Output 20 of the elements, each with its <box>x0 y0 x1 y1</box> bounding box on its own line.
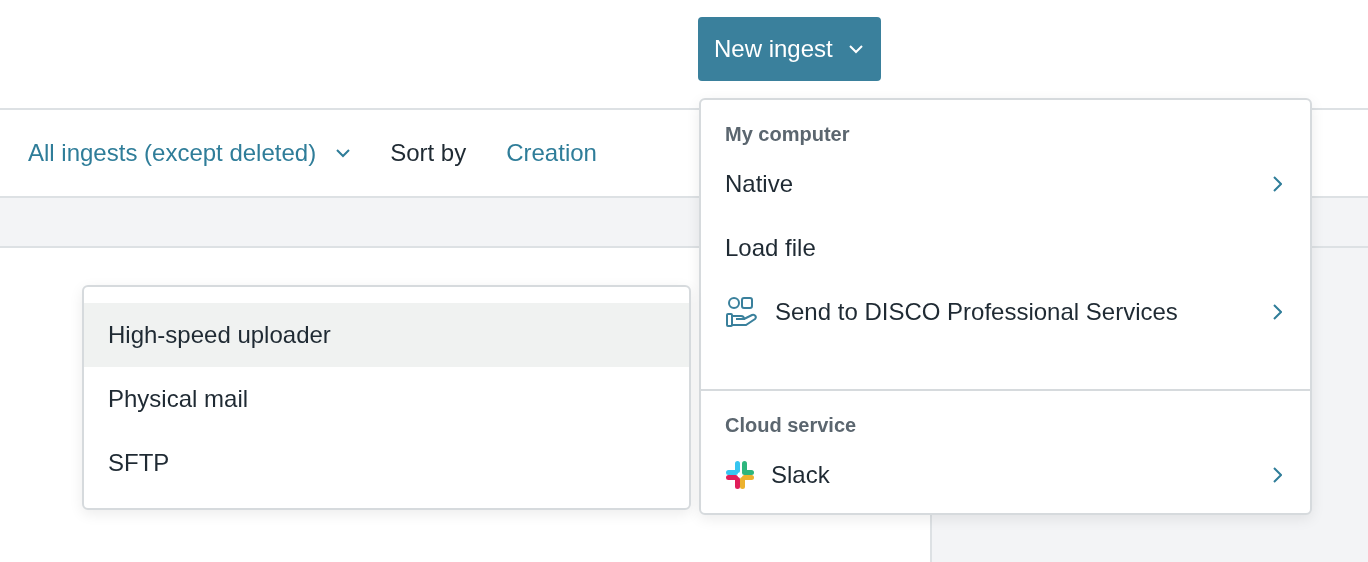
ingest-filter-dropdown[interactable]: All ingests (except deleted) <box>28 139 351 167</box>
menu-item[interactable]: Slack <box>701 443 1310 507</box>
menu-item[interactable]: Send to DISCO Professional Services <box>701 280 1310 344</box>
submenu-item[interactable]: SFTP <box>84 431 689 495</box>
menu-item[interactable]: Load file <box>701 216 1310 280</box>
menu-section-title: My computer <box>724 121 851 147</box>
submenu-item[interactable]: High-speed uploader <box>84 303 689 367</box>
sort-field-link[interactable]: Creation <box>506 139 597 167</box>
slack-icon <box>725 460 755 490</box>
submenu-item[interactable]: Physical mail <box>84 367 689 431</box>
menu-section-title: Cloud service <box>724 412 858 438</box>
chevron-right-icon <box>1273 304 1282 320</box>
new-ingest-button[interactable]: New ingest <box>698 17 881 81</box>
caret-icon <box>848 44 863 54</box>
menu-item[interactable]: Native <box>701 152 1310 216</box>
chevron-right-icon <box>1273 176 1282 192</box>
chevron-right-icon <box>1273 467 1282 483</box>
hand-with-shapes-icon <box>725 296 759 328</box>
caret-icon <box>336 148 351 158</box>
sort-by-label: Sort by <box>390 139 467 167</box>
